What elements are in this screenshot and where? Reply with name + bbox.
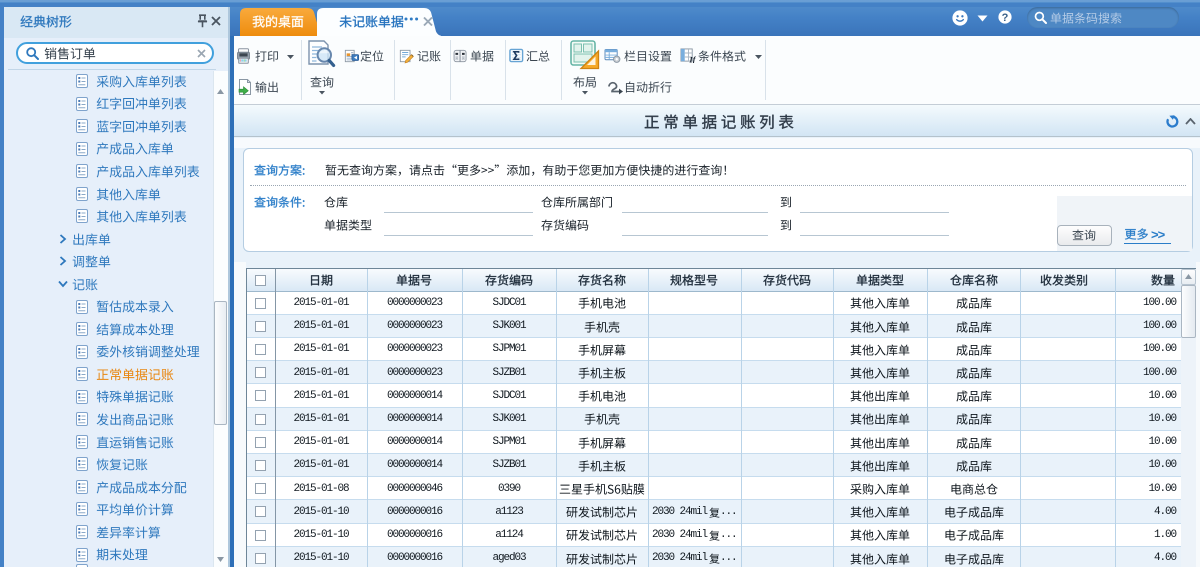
- svg-text:If: If: [688, 55, 696, 63]
- svg-text:?: ?: [1002, 12, 1009, 24]
